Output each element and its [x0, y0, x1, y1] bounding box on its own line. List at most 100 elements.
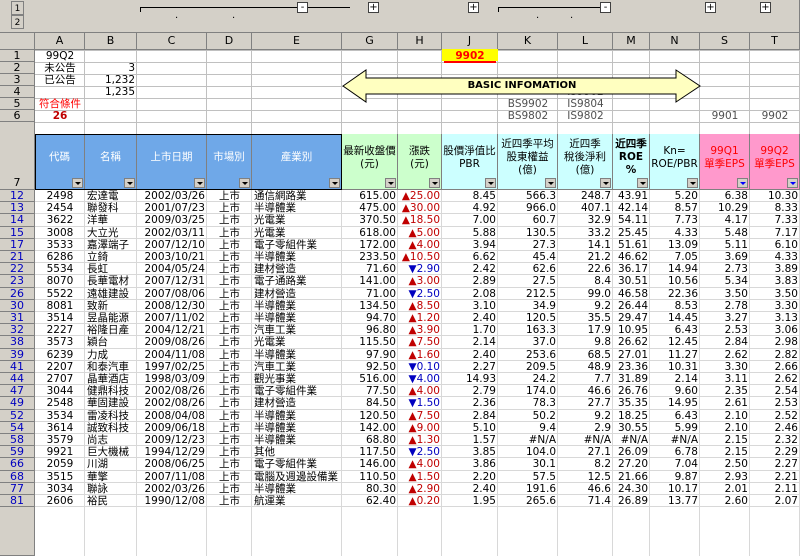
column-header-l[interactable]: L — [558, 33, 613, 50]
header-change: 漲跌 (元) — [398, 134, 442, 190]
header-pbr: 股價淨值比 PBR — [442, 134, 498, 190]
basic-info-label: BASIC INFOMATION — [467, 80, 577, 91]
row-header[interactable]: 66 — [0, 458, 35, 471]
header-kn: Kn= ROE/PBR — [650, 134, 700, 190]
row-header[interactable]: 39 — [0, 348, 35, 361]
filter-dropdown-netincome[interactable] — [600, 178, 611, 188]
column-header-d[interactable]: D — [207, 33, 252, 50]
filter-dropdown-roe[interactable] — [637, 178, 648, 188]
cell-a5: 符合條件 — [39, 98, 81, 109]
outline-dot: · — [175, 13, 179, 24]
row-header[interactable]: 7 — [0, 134, 35, 190]
gridline — [206, 190, 207, 556]
column-header-k[interactable]: K — [498, 33, 558, 50]
gridline — [441, 190, 442, 556]
row-header[interactable]: 68 — [0, 470, 35, 483]
filter-dropdown-kn[interactable] — [687, 178, 698, 188]
gridline — [35, 62, 800, 63]
row-header[interactable]: 15 — [0, 226, 35, 239]
row-header[interactable]: 14 — [0, 214, 35, 227]
gridline — [35, 110, 800, 111]
row-header[interactable]: 6 — [0, 110, 35, 122]
header-roe: 近四季 ROE % — [613, 134, 650, 190]
outline-bar — [0, 0, 800, 33]
gridline — [341, 190, 342, 556]
column-header-a[interactable]: A — [35, 33, 85, 50]
cell-a3: 已公告 — [44, 74, 76, 85]
gridline — [497, 190, 498, 556]
outline-group-button[interactable]: + — [468, 2, 479, 13]
cell-k6: BS9802 — [507, 110, 549, 121]
column-header-h[interactable]: H — [398, 33, 442, 50]
column-header-g[interactable]: G — [342, 33, 398, 50]
header-q2eps: 99Q2 單季EPS — [750, 134, 800, 190]
outline-group-tick — [140, 7, 141, 12]
column-header-b[interactable]: B — [85, 33, 137, 50]
row-header[interactable]: 26 — [0, 287, 35, 300]
column-header-n[interactable]: N — [650, 33, 700, 50]
outline-group-button[interactable]: - — [297, 2, 308, 13]
filter-dropdown-q2eps[interactable] — [787, 178, 798, 188]
header-border — [35, 134, 342, 190]
gridline — [397, 190, 398, 556]
outline-level-2-button[interactable]: 2 — [11, 15, 24, 29]
gridline — [206, 50, 207, 134]
outline-group-button[interactable]: + — [705, 2, 716, 13]
gridline — [84, 190, 85, 556]
gridline — [35, 50, 800, 51]
cell-b4: 1,235 — [104, 86, 135, 97]
column-header-j[interactable]: J — [442, 33, 498, 50]
column-header-t[interactable]: T — [750, 33, 800, 50]
filter-dropdown-q1eps[interactable] — [737, 178, 748, 188]
cell-b3: 1,232 — [104, 74, 135, 85]
outline-group-tick — [498, 7, 499, 12]
gridline — [35, 122, 800, 123]
gridline — [649, 190, 650, 556]
row-header[interactable]: 38 — [0, 336, 35, 349]
outline-group-line — [498, 7, 600, 8]
cell-t6: 9902 — [761, 110, 789, 121]
gridline — [749, 50, 750, 134]
outline-group-button[interactable]: + — [368, 2, 379, 13]
outline-level-1-button[interactable]: 1 — [11, 1, 24, 15]
select-all-corner[interactable] — [0, 33, 35, 50]
header-netincome: 近四季 稅後淨利 (億) — [558, 134, 613, 190]
cell-a1: 99Q2 — [45, 50, 75, 61]
row-header[interactable]: 49 — [0, 397, 35, 410]
outline-dot: · — [570, 13, 574, 24]
header-equity: 近四季平均 股東權益 (億) — [498, 134, 558, 190]
row-header[interactable]: 52 — [0, 409, 35, 422]
highlight-underline — [444, 61, 496, 63]
column-header-s[interactable]: S — [700, 33, 750, 50]
gridline — [35, 506, 800, 508]
cell-b2: 3 — [128, 62, 135, 73]
header-q1eps: 99Q1 單季EPS — [700, 134, 750, 190]
row-header[interactable]: 23 — [0, 275, 35, 288]
cell-l6: IS9802 — [567, 110, 604, 121]
column-header-e[interactable]: E — [252, 33, 342, 50]
cell-a2: 未公告 — [44, 62, 76, 73]
column-header-m[interactable]: M — [613, 33, 650, 50]
row-header[interactable]: 81 — [0, 494, 35, 508]
header-price: 最新收盤價 (元) — [342, 134, 398, 190]
gridline — [612, 190, 613, 556]
cell-j1: 9902 — [442, 49, 498, 61]
outline-group-button[interactable]: + — [760, 2, 771, 13]
gridline — [136, 190, 137, 556]
filter-dropdown-equity[interactable] — [545, 178, 556, 188]
gridline — [699, 190, 700, 556]
outline-dot: · — [232, 13, 236, 24]
cell-a6: 26 — [52, 110, 68, 121]
gridline — [557, 190, 558, 556]
filter-dropdown-price[interactable] — [385, 178, 396, 188]
gridline — [749, 190, 750, 556]
outline-dot: · — [536, 13, 540, 24]
filter-dropdown-pbr[interactable] — [485, 178, 496, 188]
cell-s6: 9901 — [711, 110, 739, 121]
filter-dropdown-change[interactable] — [429, 178, 440, 188]
column-header-c[interactable]: C — [137, 33, 207, 50]
gridline — [251, 50, 252, 134]
outline-group-button[interactable]: - — [600, 2, 611, 13]
outline-group-line — [140, 7, 350, 8]
gridline — [251, 190, 252, 556]
